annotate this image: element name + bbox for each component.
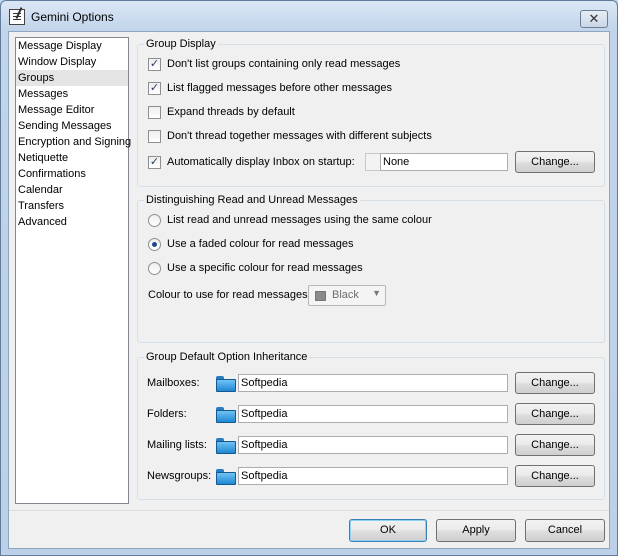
colour-label: Colour to use for read messages: [148, 289, 311, 301]
colour-dropdown[interactable]: Black ▼ [308, 285, 386, 306]
newsgroups-field[interactable]: Softpedia [238, 467, 508, 485]
checkbox-hide-read-groups[interactable]: ✓ [148, 58, 161, 71]
nav-item-confirmations[interactable]: Confirmations [16, 166, 128, 182]
inheritance-legend: Group Default Option Inheritance [144, 350, 310, 364]
label-thread-subjects: Don't thread together messages with diff… [167, 130, 432, 142]
colour-chip [315, 291, 326, 301]
inheritance-section: Group Default Option Inheritance Mailbox… [137, 350, 605, 500]
nav-item-transfers[interactable]: Transfers [16, 198, 128, 214]
colour-value: Black [332, 289, 359, 301]
radio-faded-colour[interactable] [148, 238, 161, 251]
folders-field[interactable]: Softpedia [238, 405, 508, 423]
footer-divider [9, 510, 609, 511]
nav-item-window-display[interactable]: Window Display [16, 54, 128, 70]
window-title: Gemini Options [31, 10, 114, 24]
radio-specific-colour[interactable] [148, 262, 161, 275]
checkbox-flagged-first[interactable]: ✓ [148, 82, 161, 95]
inbox-change-button[interactable]: Change... [515, 151, 595, 173]
nav-item-message-editor[interactable]: Message Editor [16, 102, 128, 118]
checkbox-display-inbox[interactable]: ✓ [148, 156, 161, 169]
mailing-lists-label: Mailing lists: [147, 439, 207, 451]
mailboxes-label: Mailboxes: [147, 377, 200, 389]
nav-item-calendar[interactable]: Calendar [16, 182, 128, 198]
dialog-body: Message Display Window Display Groups Messa… [8, 31, 610, 549]
label-display-inbox: Automatically display Inbox on startup: [167, 156, 355, 168]
label-specific-colour: Use a specific colour for read messages [167, 262, 363, 274]
nav-item-messages[interactable]: Messages [16, 86, 128, 102]
folders-change-button[interactable]: Change... [515, 403, 595, 425]
group-display-legend: Group Display [144, 37, 218, 51]
mailboxes-change-button[interactable]: Change... [515, 372, 595, 394]
nav-item-sending-messages[interactable]: Sending Messages [16, 118, 128, 134]
inbox-folder-field[interactable]: None [380, 153, 508, 171]
label-flagged-first: List flagged messages before other messa… [167, 82, 393, 94]
title-bar: Gemini Options ✕ [1, 1, 617, 31]
newsgroups-label: Newsgroups: [147, 470, 212, 482]
nav-item-groups[interactable]: Groups [16, 70, 128, 86]
checkbox-thread-subjects[interactable] [148, 130, 161, 143]
folder-icon [216, 407, 236, 423]
cancel-button[interactable]: Cancel [525, 519, 605, 542]
mailing-lists-field[interactable]: Softpedia [238, 436, 508, 454]
radio-same-colour[interactable] [148, 214, 161, 227]
folder-icon [216, 469, 236, 485]
mailing-lists-change-button[interactable]: Change... [515, 434, 595, 456]
folders-label: Folders: [147, 408, 187, 420]
close-icon[interactable]: ✕ [580, 10, 608, 28]
folder-icon [216, 376, 236, 392]
options-window: Gemini Options ✕ Message Display Window D… [0, 0, 618, 556]
chevron-down-icon: ▼ [372, 288, 381, 298]
apply-button[interactable]: Apply [436, 519, 516, 542]
read-unread-section: Distinguishing Read and Unread Messages … [137, 193, 605, 343]
label-faded-colour: Use a faded colour for read messages [167, 238, 354, 250]
label-hide-read-groups: Don't list groups containing only read m… [167, 58, 401, 70]
nav-item-message-display[interactable]: Message Display [16, 38, 128, 54]
category-list[interactable]: Message Display Window Display Groups Messa… [15, 37, 131, 504]
nav-item-advanced[interactable]: Advanced [16, 214, 128, 230]
label-expand-threads: Expand threads by default [167, 106, 295, 118]
newsgroups-change-button[interactable]: Change... [515, 465, 595, 487]
checkbox-expand-threads[interactable] [148, 106, 161, 119]
read-unread-legend: Distinguishing Read and Unread Messages [144, 193, 360, 207]
nav-item-netiquette[interactable]: Netiquette [16, 150, 128, 166]
mailboxes-field[interactable]: Softpedia [238, 374, 508, 392]
folder-icon [216, 438, 236, 454]
app-document-icon [9, 9, 25, 25]
label-same-colour: List read and unread messages using the … [167, 214, 432, 226]
group-display-section: Group Display ✓ Don't list groups contai… [137, 37, 605, 187]
ok-button[interactable]: OK [349, 519, 427, 542]
nav-item-encryption-and-signing[interactable]: Encryption and Signing [16, 134, 131, 150]
